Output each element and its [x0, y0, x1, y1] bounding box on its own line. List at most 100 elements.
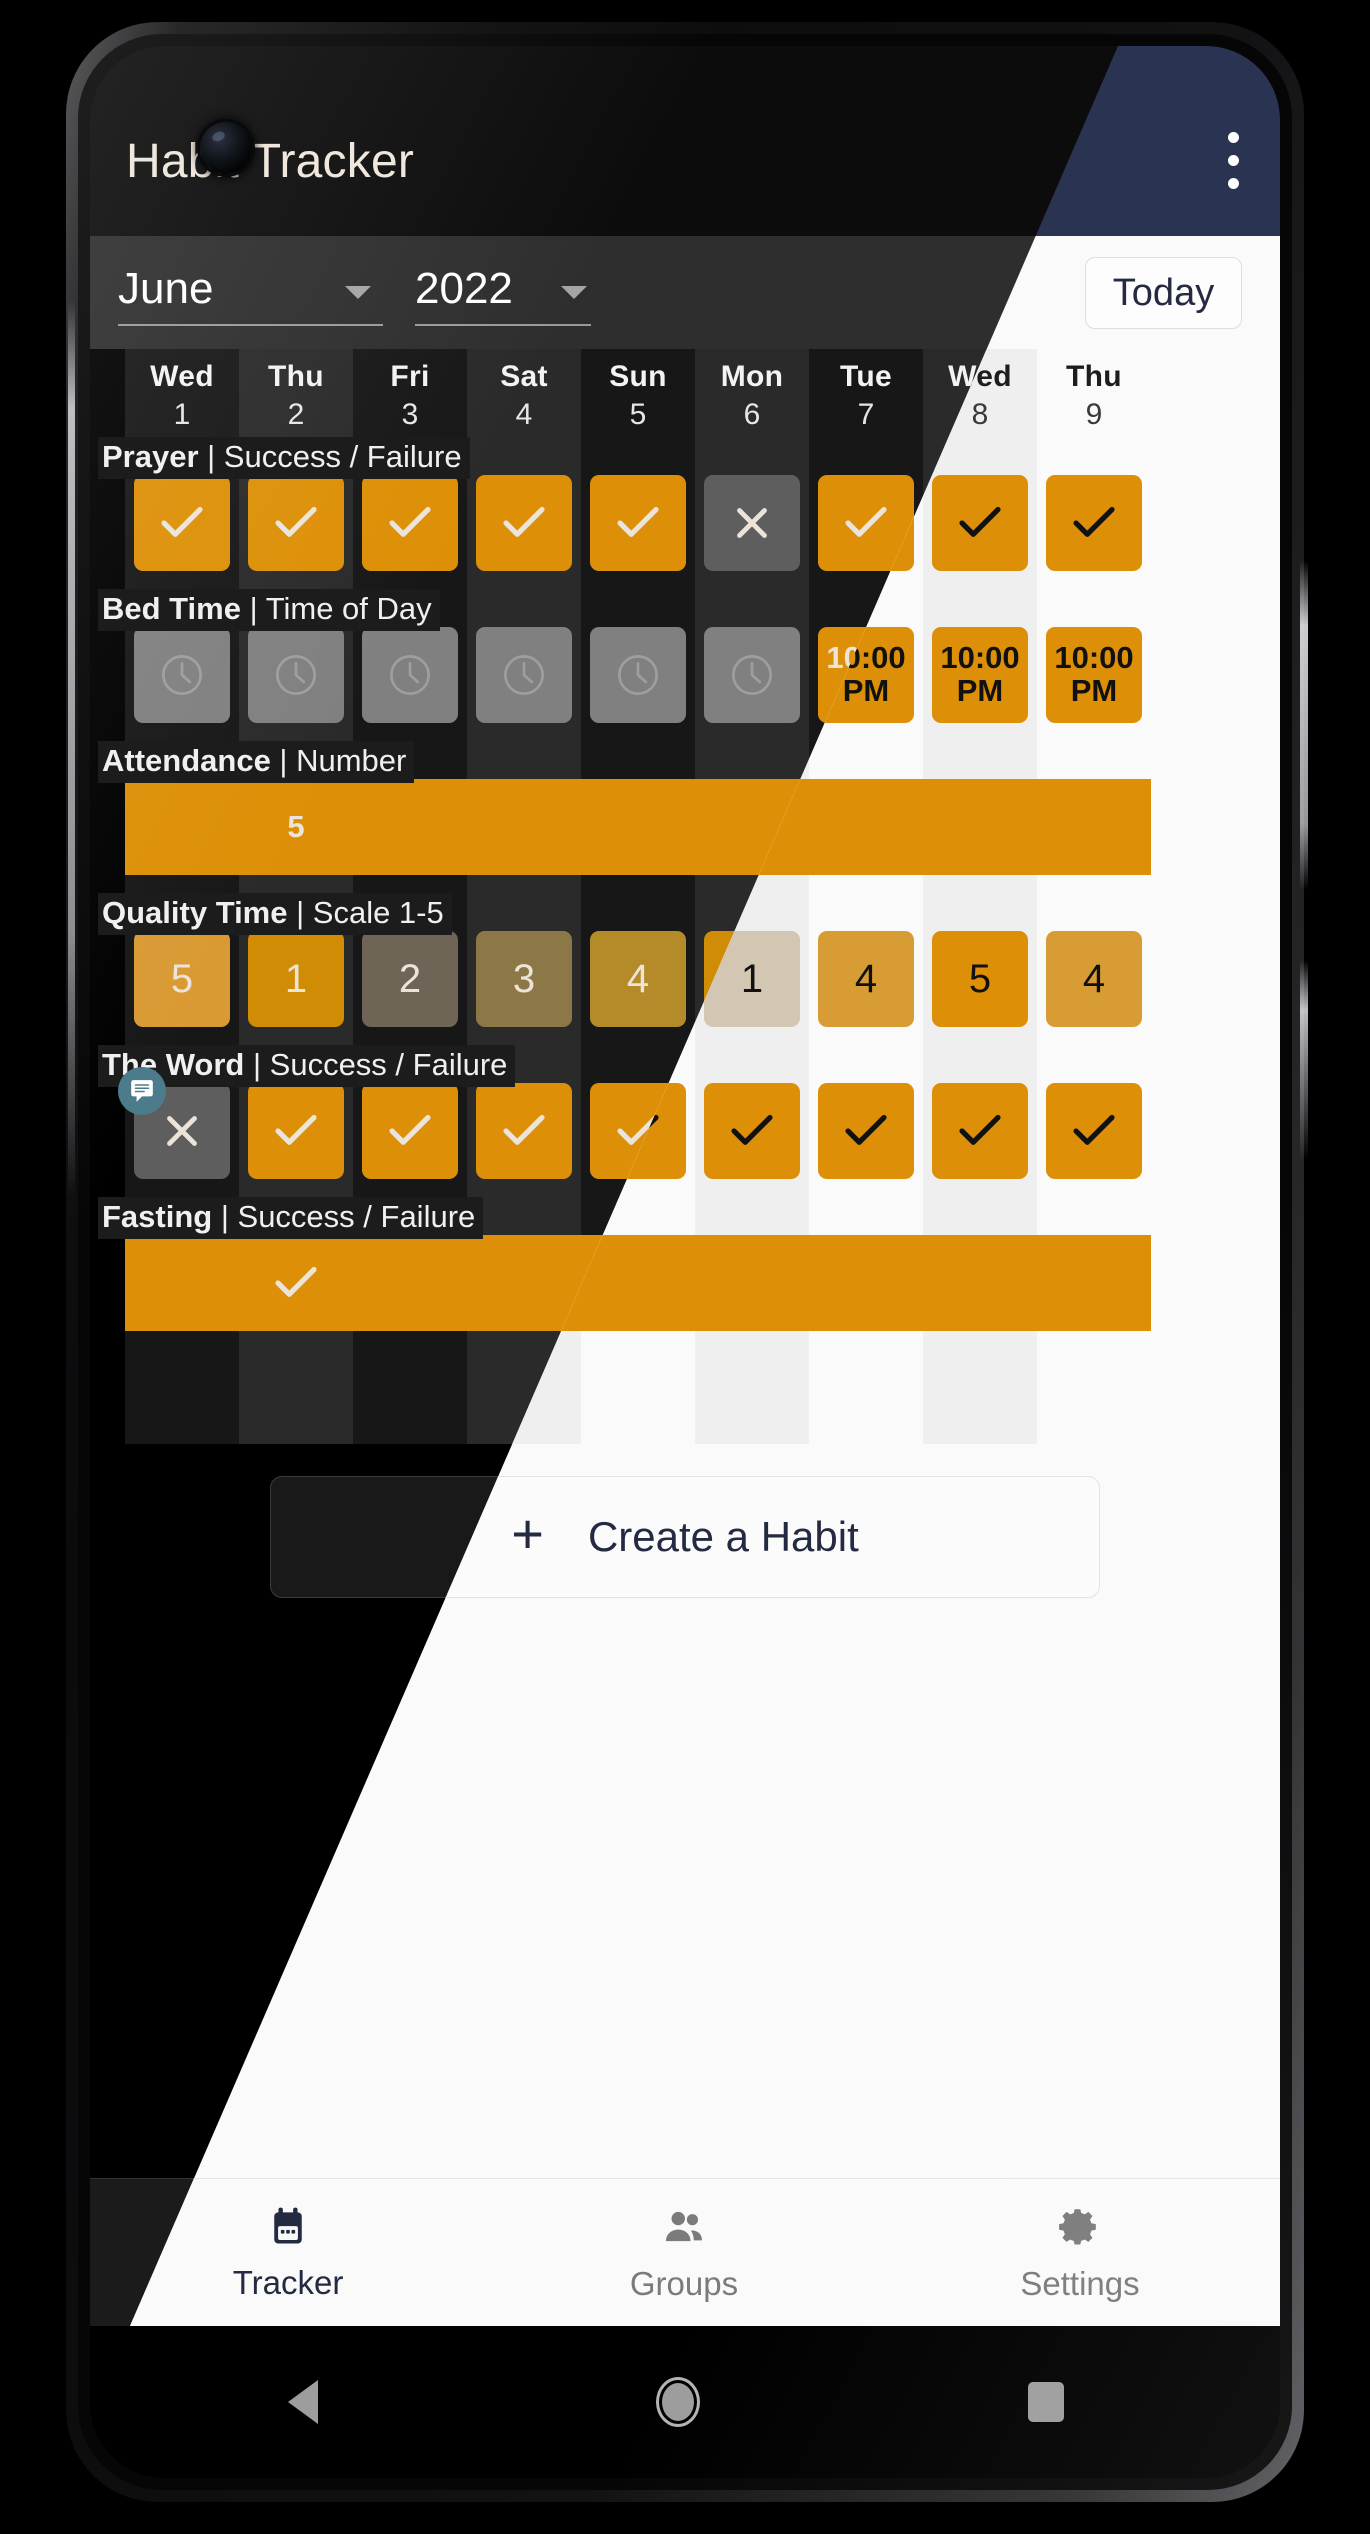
nav-item-settings[interactable]: Settings: [882, 2179, 1278, 2326]
habit-cell[interactable]: [353, 779, 467, 875]
habit-cell[interactable]: [932, 475, 1028, 571]
habit-cell[interactable]: [581, 779, 695, 875]
gear-icon: [1057, 2204, 1103, 2255]
day-header[interactable]: Wed 1: [125, 349, 239, 437]
habit-cell[interactable]: [134, 475, 230, 571]
day-of-week-label: Tue: [839, 360, 892, 393]
habit-cell[interactable]: [1037, 779, 1151, 875]
habit-cell[interactable]: [704, 1083, 800, 1179]
habit-cell[interactable]: 5: [134, 931, 230, 1027]
habit-type: | Success / Failure: [198, 439, 462, 474]
habit-cell[interactable]: [809, 779, 923, 875]
habit-cell[interactable]: 10:00PM: [932, 627, 1028, 723]
habit-cell[interactable]: [362, 1083, 458, 1179]
habit-type: | Scale 1-5: [287, 895, 444, 930]
habit-cell[interactable]: [248, 1083, 344, 1179]
day-number-label: 4: [515, 398, 533, 431]
recents-square-icon[interactable]: [1028, 2382, 1064, 2422]
day-of-week-label: Wed: [150, 360, 214, 393]
habit-cell[interactable]: 4: [818, 931, 914, 1027]
habit-cell[interactable]: [923, 779, 1037, 875]
page-title: Habit Tracker: [126, 135, 415, 188]
habit-type: | Success / Failure: [212, 1199, 476, 1234]
habit-cell[interactable]: [590, 475, 686, 571]
habit-cell[interactable]: 1: [248, 931, 344, 1027]
habit-cell[interactable]: 5: [239, 779, 353, 875]
day-header[interactable]: Thu 9: [1037, 349, 1151, 437]
habit-cell[interactable]: 4: [590, 931, 686, 1027]
day-header[interactable]: Tue 7: [809, 349, 923, 437]
habit-row-label[interactable]: Quality Time | Scale 1-5: [98, 893, 452, 935]
habit-cell[interactable]: 3: [476, 931, 572, 1027]
habit-cell[interactable]: [476, 1083, 572, 1179]
habit-cell[interactable]: [248, 475, 344, 571]
habit-cell[interactable]: [239, 1235, 353, 1331]
day-of-week-label: Sat: [500, 360, 548, 393]
month-value: June: [118, 264, 214, 313]
back-triangle-icon[interactable]: [288, 2380, 318, 2424]
habit-cell[interactable]: [362, 627, 458, 723]
habit-cell[interactable]: [1037, 1235, 1151, 1331]
day-of-week-label: Fri: [390, 360, 430, 393]
habit-cell[interactable]: [362, 475, 458, 571]
habit-cell[interactable]: [923, 1235, 1037, 1331]
habit-row-label[interactable]: Prayer | Success / Failure: [98, 437, 470, 479]
habit-cell[interactable]: [704, 475, 800, 571]
habit-cell[interactable]: [476, 627, 572, 723]
cell-value: 2: [398, 956, 422, 1001]
cell-value: 4: [854, 956, 878, 1001]
note-comment-icon[interactable]: [118, 1067, 166, 1115]
habit-cell[interactable]: [809, 1235, 923, 1331]
habit-cell[interactable]: [932, 1083, 1028, 1179]
habit-cell[interactable]: [1046, 475, 1142, 571]
habit-cell[interactable]: [118, 1067, 230, 1179]
habit-cell[interactable]: 5: [932, 931, 1028, 1027]
screenshot-scene: Habit Tracker June 2022 Today Wed 1 Thu 2 Fri 3 Sa…: [0, 0, 1370, 2534]
habit-cell[interactable]: [704, 627, 800, 723]
front-camera-punch-hole: [200, 122, 252, 174]
nav-item-groups[interactable]: Groups: [486, 2179, 882, 2326]
habit-cell[interactable]: [695, 1235, 809, 1331]
habit-cell[interactable]: [125, 779, 239, 875]
habit-cell[interactable]: [1046, 1083, 1142, 1179]
habit-cell[interactable]: [476, 475, 572, 571]
habit-row-label[interactable]: Bed Time | Time of Day: [98, 589, 440, 631]
cell-value: 1: [740, 956, 764, 1001]
habit-row-label[interactable]: Attendance | Number: [98, 741, 415, 783]
habit-cell[interactable]: 10:00PM: [1046, 627, 1142, 723]
month-select[interactable]: June: [118, 260, 383, 326]
day-number-label: 7: [857, 398, 875, 431]
habit-cell[interactable]: [590, 627, 686, 723]
habit-cell[interactable]: 2: [362, 931, 458, 1027]
habit-cell[interactable]: [125, 1235, 239, 1331]
day-number-label: 3: [401, 398, 419, 431]
habit-cell[interactable]: [818, 1083, 914, 1179]
cell-value: 10:00PM: [1054, 640, 1134, 708]
habit-row-label[interactable]: Fasting | Success / Failure: [98, 1197, 484, 1239]
day-header[interactable]: Sun 5: [581, 349, 695, 437]
habit-cell[interactable]: 4: [1046, 931, 1142, 1027]
today-button[interactable]: Today: [1085, 257, 1242, 329]
habit-cell[interactable]: [248, 627, 344, 723]
cell-value: 1: [284, 956, 308, 1001]
year-select[interactable]: 2022: [415, 260, 591, 326]
day-header[interactable]: Fri 3: [353, 349, 467, 437]
habit-cell[interactable]: [467, 779, 581, 875]
habit-cell[interactable]: [467, 1235, 581, 1331]
cell-value: 4: [626, 956, 650, 1001]
habit-cell[interactable]: [134, 627, 230, 723]
day-of-week-label: Thu: [268, 360, 324, 393]
day-of-week-label: Sun: [609, 360, 667, 393]
day-header[interactable]: Sat 4: [467, 349, 581, 437]
people-icon: [661, 2204, 707, 2255]
phone-edge-highlight-right: [1300, 560, 1308, 890]
day-header[interactable]: Thu 2: [239, 349, 353, 437]
habit-cell[interactable]: [353, 1235, 467, 1331]
habit-name: Quality Time: [102, 895, 288, 930]
habit-cell[interactable]: [581, 1235, 695, 1331]
phone-edge-highlight-left: [68, 300, 75, 1200]
day-number-label: 2: [287, 398, 305, 431]
kebab-menu-icon[interactable]: [1228, 132, 1239, 190]
day-header[interactable]: Mon 6: [695, 349, 809, 437]
home-circle-icon[interactable]: [656, 2377, 700, 2427]
